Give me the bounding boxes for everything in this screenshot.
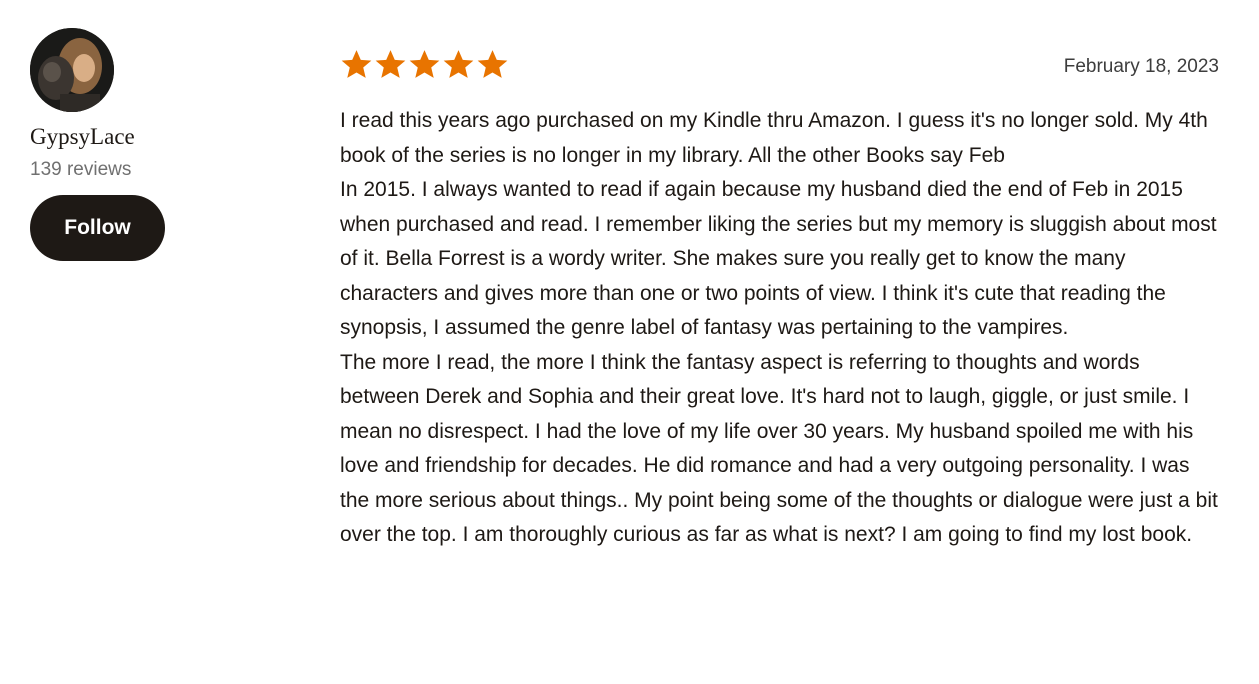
review-paragraph: In 2015. I always wanted to read if agai… bbox=[340, 178, 1217, 339]
star-icon bbox=[443, 49, 474, 78]
star-icon bbox=[375, 49, 406, 78]
star-icon bbox=[341, 49, 372, 78]
reviewer-panel: GypsyLace 139 reviews Follow bbox=[30, 28, 290, 261]
review-text: I read this years ago purchased on my Ki… bbox=[340, 104, 1220, 553]
star-icon bbox=[477, 49, 508, 78]
review-count: 139 reviews bbox=[30, 159, 132, 180]
review-body: February 18, 2023 I read this years ago … bbox=[340, 46, 1220, 553]
review-paragraph: The more I read, the more I think the fa… bbox=[340, 350, 1218, 547]
reviewer-name[interactable]: GypsyLace bbox=[30, 122, 290, 152]
star-icon bbox=[409, 49, 440, 78]
user-avatar-photo-icon bbox=[30, 28, 114, 112]
follow-button[interactable]: Follow bbox=[30, 195, 165, 261]
review-date[interactable]: February 18, 2023 bbox=[1064, 56, 1219, 78]
review-paragraph: I read this years ago purchased on my Ki… bbox=[340, 109, 1208, 167]
avatar[interactable] bbox=[30, 28, 114, 112]
